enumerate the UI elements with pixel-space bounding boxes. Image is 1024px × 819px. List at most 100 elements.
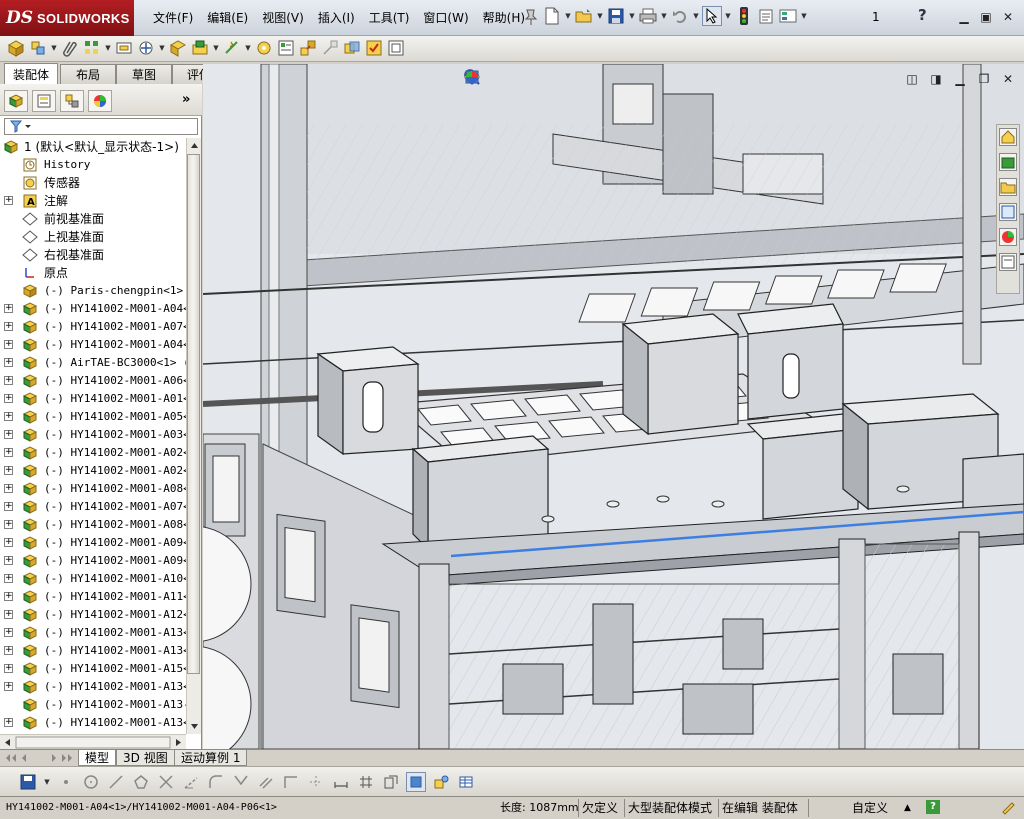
smart-dimension-icon[interactable]: [331, 772, 351, 792]
custom-properties-icon[interactable]: [999, 253, 1017, 271]
tree-node[interactable]: + (-) HY141002-M001-A13<4>: [0, 714, 186, 732]
tree-node[interactable]: 上视基准面: [0, 228, 186, 246]
viewport-minimize-icon[interactable]: ▁: [951, 70, 969, 88]
polygon-icon[interactable]: [131, 772, 151, 792]
menu-file[interactable]: 文件(F): [146, 10, 200, 26]
minimize-icon[interactable]: ▁: [955, 8, 973, 26]
tree-node[interactable]: + (-) HY141002-M001-A04<2>: [0, 336, 186, 354]
expand-plus-icon[interactable]: +: [4, 394, 13, 403]
solidworks-logo[interactable]: DS SOLIDWORKS: [0, 0, 134, 36]
point-icon[interactable]: [56, 772, 76, 792]
restore-icon[interactable]: ▣: [977, 8, 995, 26]
chevron-down-icon[interactable]: ▼: [564, 6, 572, 26]
save-icon[interactable]: [18, 772, 38, 792]
grid-icon[interactable]: [356, 772, 376, 792]
new-motion-study-icon[interactable]: [254, 38, 274, 58]
view-orientation-icon[interactable]: [464, 68, 579, 88]
expand-plus-icon[interactable]: +: [4, 574, 13, 583]
exploded-view-icon[interactable]: [298, 38, 318, 58]
help-icon[interactable]: ?: [918, 6, 927, 24]
chevron-down-icon[interactable]: ▼: [158, 38, 166, 58]
tree-node[interactable]: + (-) HY141002-M001-A13<3>: [0, 678, 186, 696]
view-palette-icon[interactable]: [999, 203, 1017, 221]
interference-detection-icon[interactable]: [342, 38, 362, 58]
chevron-down-icon[interactable]: ▼: [212, 38, 220, 58]
tree-node[interactable]: + (-) HY141002-M001-A02<2>: [0, 462, 186, 480]
clearance-verification-icon[interactable]: [364, 38, 384, 58]
construction-geometry-icon[interactable]: [306, 772, 326, 792]
tree-filter-input[interactable]: [4, 118, 198, 135]
menu-view[interactable]: 视图(V): [255, 10, 311, 26]
tree-node[interactable]: + (-) HY141002-M001-A11<1>: [0, 588, 186, 606]
instant-3d-icon[interactable]: [431, 772, 451, 792]
traffic-light-icon[interactable]: [734, 6, 754, 26]
insert-component-icon[interactable]: [6, 38, 26, 58]
apply-scene-icon[interactable]: [466, 68, 675, 88]
configuration-manager-tab[interactable]: [60, 90, 84, 112]
expand-plus-icon[interactable]: +: [4, 520, 13, 529]
viewport-close-icon[interactable]: ✕: [999, 70, 1017, 88]
assembly-features-icon[interactable]: [190, 38, 210, 58]
tab-layout[interactable]: 布局: [60, 64, 116, 84]
tile-horizontal-icon[interactable]: ◫: [903, 70, 921, 88]
tree-node[interactable]: + (-) HY141002-M001-A12<1>: [0, 606, 186, 624]
corner-rectangle-icon[interactable]: [281, 772, 301, 792]
feature-manager-tab[interactable]: [4, 90, 28, 112]
chevron-down-icon[interactable]: ▼: [628, 6, 636, 26]
explode-line-sketch-icon[interactable]: [320, 38, 340, 58]
tile-vertical-icon[interactable]: ◨: [927, 70, 945, 88]
expand-plus-icon[interactable]: +: [4, 628, 13, 637]
home-icon[interactable]: [999, 128, 1017, 146]
tree-node[interactable]: + (-) HY141002-M001-A15<1>: [0, 660, 186, 678]
box-select-icon[interactable]: [381, 772, 401, 792]
save-icon[interactable]: [606, 6, 626, 26]
tab-scroll-arrows-icon[interactable]: [4, 752, 76, 764]
expand-plus-icon[interactable]: +: [4, 322, 13, 331]
tree-node[interactable]: + (-) HY141002-M001-A02<1>: [0, 444, 186, 462]
select-arrow-icon[interactable]: [702, 6, 722, 26]
menu-insert[interactable]: 插入(I): [311, 10, 362, 26]
status-units[interactable]: 自定义: [852, 799, 888, 817]
expand-plus-icon[interactable]: +: [4, 592, 13, 601]
tree-node[interactable]: 传感器: [0, 174, 186, 192]
trim-icon[interactable]: [156, 772, 176, 792]
expand-plus-icon[interactable]: +: [4, 304, 13, 313]
expand-plus-icon[interactable]: +: [4, 376, 13, 385]
edit-appearance-icon[interactable]: [466, 68, 651, 88]
viewport-restore-icon[interactable]: ❐: [975, 70, 993, 88]
tree-node[interactable]: + (-) HY141002-M001-A06<1>: [0, 372, 186, 390]
tree-node[interactable]: + (-) HY141002-M001-A08<2>: [0, 516, 186, 534]
circle-icon[interactable]: [81, 772, 101, 792]
tree-root[interactable]: 1 (默认<默认_显示状态-1>): [0, 138, 186, 156]
tab-sketch[interactable]: 草图: [116, 64, 172, 84]
expand-plus-icon[interactable]: +: [4, 358, 13, 367]
expand-panel-icon[interactable]: »: [182, 92, 190, 107]
fillet-icon[interactable]: [206, 772, 226, 792]
move-component-icon[interactable]: [136, 38, 156, 58]
help-status-icon[interactable]: ?: [926, 800, 940, 814]
display-manager-tab[interactable]: [88, 90, 112, 112]
tree-node[interactable]: + (-) HY141002-M001-A13<2>: [0, 642, 186, 660]
offset-icon[interactable]: [256, 772, 276, 792]
tree-node[interactable]: (-) Paris-chengpin<1> (: [0, 282, 186, 300]
section-view-icon[interactable]: [465, 68, 555, 88]
tree-node[interactable]: + (-) HY141002-M001-A09<2>: [0, 552, 186, 570]
tree-node[interactable]: + (-) HY141002-M001-A07<1>: [0, 318, 186, 336]
tab-model[interactable]: 模型: [78, 750, 117, 766]
tree-node[interactable]: + A 注解: [0, 192, 186, 210]
chevron-down-icon[interactable]: ▼: [692, 6, 700, 26]
zoom-to-area-icon[interactable]: [464, 68, 507, 88]
chevron-down-icon[interactable]: ▼: [43, 772, 51, 792]
reference-geometry-icon[interactable]: [222, 38, 242, 58]
bill-of-materials-icon[interactable]: [276, 38, 296, 58]
file-explorer-icon[interactable]: [999, 178, 1017, 196]
tree-node[interactable]: 原点: [0, 264, 186, 282]
tree-node[interactable]: + (-) HY141002-M001-A03<1>: [0, 426, 186, 444]
chevron-down-icon[interactable]: ▼: [104, 38, 112, 58]
show-hidden-icon[interactable]: [168, 38, 188, 58]
print-icon[interactable]: [638, 6, 658, 26]
smart-fastener-icon[interactable]: [114, 38, 134, 58]
expand-plus-icon[interactable]: +: [4, 718, 13, 727]
tree-node[interactable]: (-) HY141002-M001-A13-PC: [0, 696, 186, 714]
undo-icon[interactable]: [670, 6, 690, 26]
